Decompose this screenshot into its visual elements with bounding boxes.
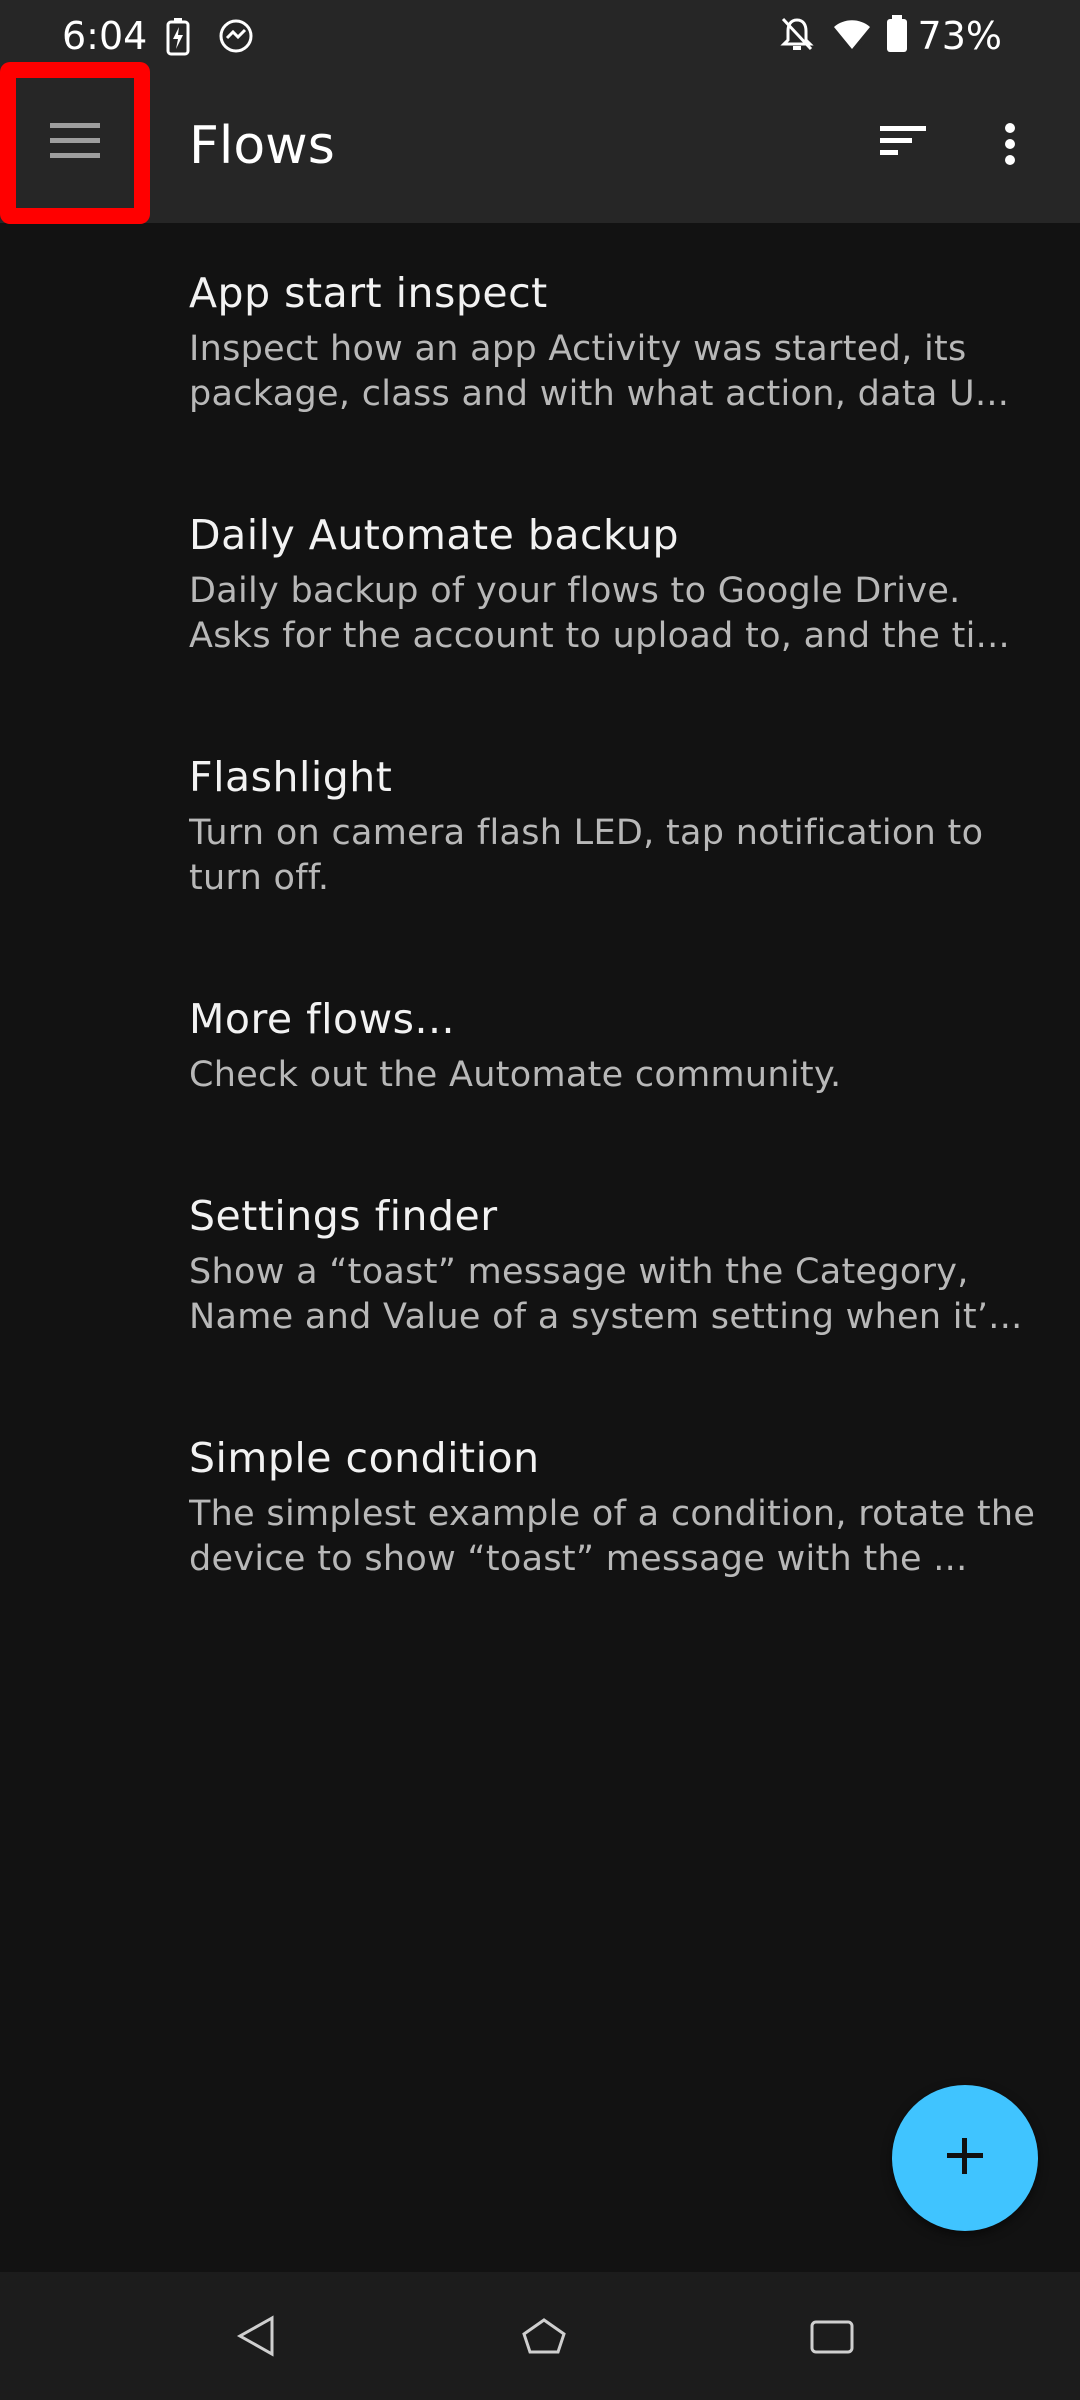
flow-title: More flows... xyxy=(189,995,456,1043)
home-icon xyxy=(520,2318,568,2364)
battery-percent: 73% xyxy=(917,14,1002,58)
battery-charging-icon xyxy=(166,18,190,60)
navigation-bar xyxy=(0,2272,1080,2400)
flow-description: Show a “toast” message with the Category… xyxy=(189,1252,1023,1337)
page-title: Flows xyxy=(189,116,335,176)
flow-description: Daily backup of your flows to Google Dri… xyxy=(189,571,1010,656)
back-icon xyxy=(232,2315,280,2364)
flow-description: Turn on camera flash LED, tap notificati… xyxy=(189,813,984,898)
menu-icon xyxy=(48,121,102,165)
battery-icon xyxy=(886,15,908,57)
add-flow-button[interactable] xyxy=(892,2085,1038,2231)
status-right-icons: 4 73% xyxy=(779,14,1002,58)
svg-text:4: 4 xyxy=(858,42,864,51)
more-vert-icon xyxy=(1000,123,1020,172)
list-item[interactable]: Settings finder Show a “toast” message w… xyxy=(0,1192,1080,1392)
add-icon xyxy=(943,2134,987,2182)
flow-description: Check out the Automate community. xyxy=(189,1055,842,1095)
wifi-icon: 4 xyxy=(832,17,872,55)
flow-title: Simple condition xyxy=(189,1434,540,1482)
status-bar: 6:04 4 73% xyxy=(0,0,1080,76)
flow-title: Settings finder xyxy=(189,1192,498,1240)
notifications-off-icon xyxy=(779,16,814,56)
home-button[interactable] xyxy=(520,2312,580,2362)
menu-button[interactable] xyxy=(0,62,150,224)
status-time: 6:04 xyxy=(62,14,148,58)
sort-button[interactable] xyxy=(876,120,946,180)
list-item[interactable]: More flows... Check out the Automate com… xyxy=(0,995,1080,1145)
flow-description: Inspect how an app Activity was started,… xyxy=(189,329,1010,414)
list-item[interactable]: Simple condition The simplest example of… xyxy=(0,1434,1080,1634)
flow-title: Daily Automate backup xyxy=(189,511,680,559)
list-item[interactable]: Daily Automate backup Daily backup of yo… xyxy=(0,511,1080,711)
flow-title: App start inspect xyxy=(189,269,548,317)
list-item[interactable]: Flashlight Turn on camera flash LED, tap… xyxy=(0,753,1080,953)
recents-button[interactable] xyxy=(808,2312,868,2362)
flow-title: Flashlight xyxy=(189,753,393,801)
sync-icon xyxy=(218,18,254,58)
sort-icon xyxy=(876,126,932,164)
flow-description: The simplest example of a condition, rot… xyxy=(189,1494,1036,1579)
more-options-button[interactable] xyxy=(1000,120,1046,180)
app-bar: Flows xyxy=(0,62,1080,224)
list-item[interactable]: App start inspect Inspect how an app Act… xyxy=(0,269,1080,469)
recents-icon xyxy=(808,2320,856,2364)
back-button[interactable] xyxy=(232,2312,292,2362)
